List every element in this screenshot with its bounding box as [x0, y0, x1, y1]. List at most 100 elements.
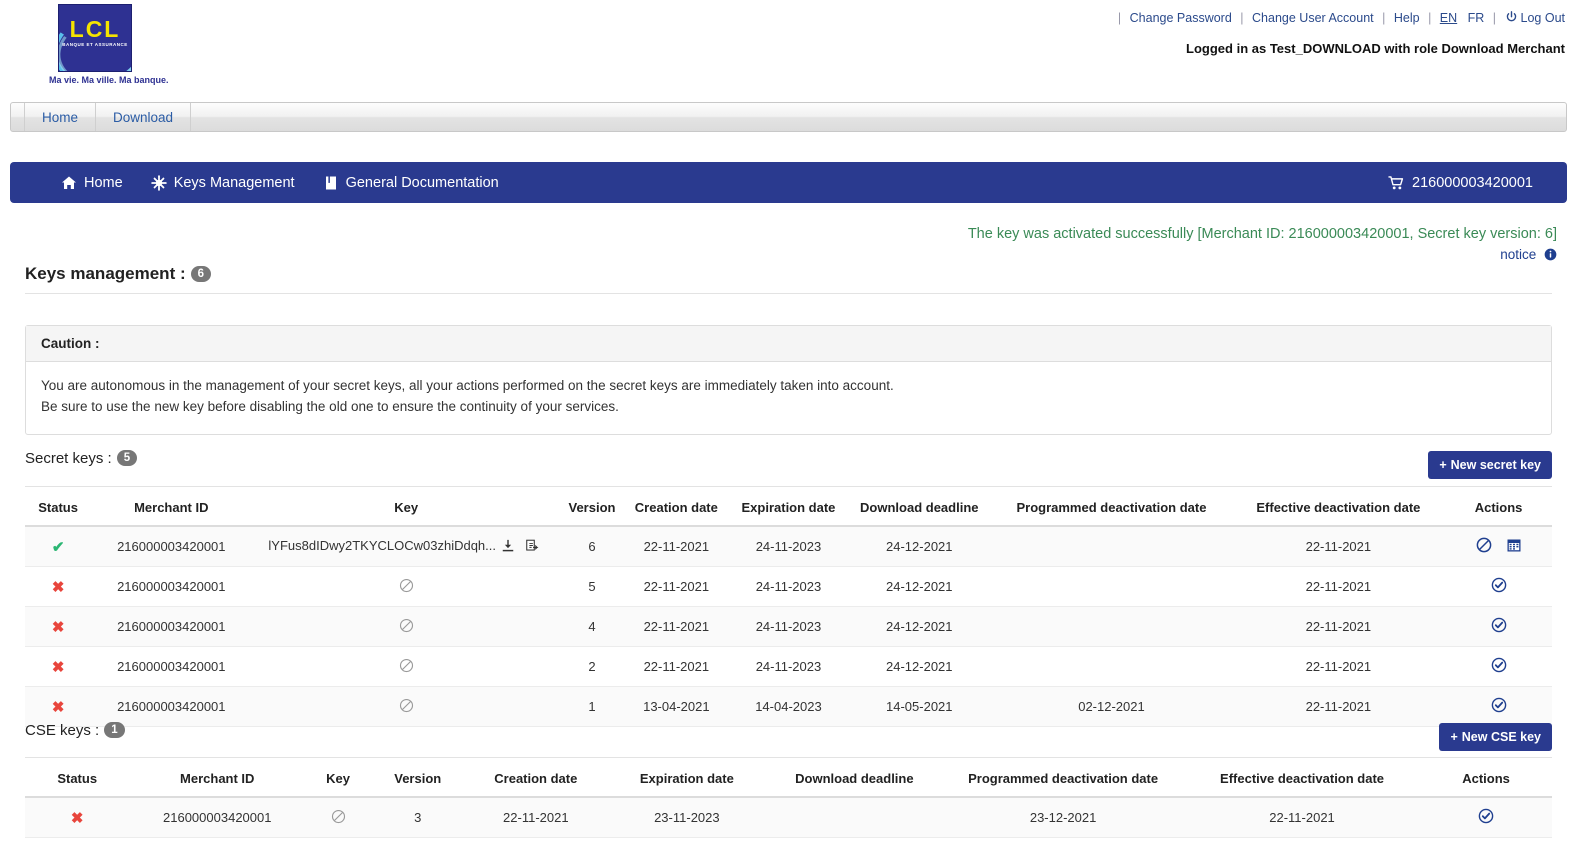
cse-keys-table-body: ✖ 216000003420001 3 22-11-2021 23-11-2023 23-… — [25, 797, 1552, 838]
cell-version: 6 — [561, 526, 623, 567]
lcl-logo[interactable]: LCL BANQUE ET ASSURANCE Ma vie. Ma ville… — [49, 4, 169, 85]
cell-effective-deactivation-date: 22-11-2021 — [1183, 797, 1421, 838]
status-inactive-icon: ✖ — [70, 809, 84, 827]
header-links: | Change Password | Change User Account … — [1113, 11, 1565, 25]
page-title: Keys management :6 — [25, 264, 212, 284]
cell-key — [251, 566, 562, 607]
cell-programmed-deactivation-date: 02-12-2021 — [991, 686, 1232, 727]
calendar-icon[interactable] — [1506, 537, 1522, 556]
cell-actions — [1445, 606, 1552, 647]
cell-download-deadline: 24-12-2021 — [847, 566, 992, 607]
copy-icon[interactable] — [525, 539, 539, 556]
activate-icon[interactable] — [1491, 697, 1507, 716]
cell-key — [305, 797, 372, 838]
notice-link[interactable]: notice — [1500, 247, 1536, 262]
cse-keys-divider — [25, 757, 1552, 758]
activate-icon[interactable] — [1478, 808, 1494, 827]
nav-item-general-documentation-label: General Documentation — [345, 174, 499, 191]
tab-home-label: Home — [42, 109, 79, 125]
tab-download[interactable]: Download — [96, 103, 192, 131]
cell-version: 2 — [561, 646, 623, 687]
cell-key: lYFus8dIDwy2TKYCLOCw03zhiDdqh... — [251, 526, 562, 567]
col-version: Version — [561, 494, 623, 527]
page-title-text: Keys management : — [25, 264, 186, 283]
cell-version: 4 — [561, 606, 623, 647]
nav-item-keys-management[interactable]: Keys Management — [137, 162, 309, 203]
new-secret-key-label: New secret key — [1450, 458, 1541, 472]
cell-creation-date: 22-11-2021 — [622, 566, 730, 607]
cse-keys-badge: 1 — [104, 722, 125, 738]
caution-line-1: You are autonomous in the management of … — [41, 378, 894, 393]
cell-expiration-date: 24-11-2023 — [729, 606, 848, 647]
activate-icon[interactable] — [1491, 657, 1507, 676]
cell-status: ✖ — [25, 566, 92, 607]
logout-link[interactable]: Log Out — [1521, 11, 1565, 25]
secret-keys-heading: Secret keys :5 — [25, 450, 138, 467]
book-icon — [323, 175, 339, 191]
key-disabled-icon — [331, 809, 346, 827]
download-icon[interactable] — [501, 539, 515, 556]
change-password-link[interactable]: Change Password — [1130, 11, 1232, 25]
tab-home[interactable]: Home — [25, 103, 97, 131]
cell-effective-deactivation-date: 22-11-2021 — [1231, 526, 1446, 567]
col-creation-date: Creation date — [622, 494, 730, 527]
language-fr-link[interactable]: FR — [1468, 11, 1485, 25]
cse-keys-table: Status Merchant ID Key Version Creation … — [25, 765, 1552, 838]
cell-download-deadline — [766, 797, 943, 838]
info-icon[interactable] — [1544, 247, 1557, 261]
col-actions: Actions — [1420, 765, 1552, 798]
logo-sub-text: BANQUE ET ASSURANCE — [62, 42, 128, 47]
cell-merchant-id: 216000003420001 — [91, 686, 252, 727]
nav-item-general-documentation[interactable]: General Documentation — [309, 162, 513, 203]
change-user-account-link[interactable]: Change User Account — [1252, 11, 1374, 25]
separator: | — [1382, 11, 1386, 25]
cell-expiration-date: 23-11-2023 — [607, 797, 767, 838]
col-programmed-deactivation-date: Programmed deactivation date — [991, 494, 1232, 527]
new-secret-key-button[interactable]: + New secret key — [1428, 451, 1552, 479]
key-value: lYFus8dIDwy2TKYCLOCw03zhiDdqh... — [268, 537, 496, 553]
cell-creation-date: 22-11-2021 — [464, 797, 608, 838]
table-row: ✖ 216000003420001 4 22-11-2021 24-11-2023 24-… — [25, 606, 1552, 647]
cell-key — [251, 686, 562, 727]
col-key: Key — [251, 494, 562, 527]
notice-area: The key was activated successfully [Merc… — [968, 224, 1557, 265]
cell-version: 3 — [371, 797, 465, 838]
cart-icon — [1388, 175, 1404, 191]
table-header-row: Status Merchant ID Key Version Creation … — [25, 765, 1552, 798]
nav-merchant[interactable]: 216000003420001 — [1388, 175, 1533, 191]
cell-creation-date: 13-04-2021 — [622, 686, 730, 727]
asterisk-icon — [150, 174, 167, 191]
col-programmed-deactivation-date: Programmed deactivation date — [942, 765, 1184, 798]
cell-programmed-deactivation-date — [991, 646, 1232, 687]
page-title-badge: 6 — [190, 266, 212, 282]
activate-icon[interactable] — [1491, 617, 1507, 636]
col-status: Status — [25, 765, 130, 798]
help-link[interactable]: Help — [1394, 11, 1420, 25]
logged-in-status: Logged in as Test_DOWNLOAD with role Dow… — [1186, 41, 1565, 56]
notice-link-row: notice — [968, 245, 1557, 265]
cell-effective-deactivation-date: 22-11-2021 — [1231, 686, 1446, 727]
new-cse-key-button[interactable]: + New CSE key — [1439, 723, 1552, 751]
secret-keys-divider — [25, 486, 1552, 487]
secret-keys-table-body: ✔ 216000003420001 lYFus8dIDwy2TKYCLOCw03zh… — [25, 526, 1552, 727]
table-header-row: Status Merchant ID Key Version Creation … — [25, 494, 1552, 527]
language-en-link[interactable]: EN — [1440, 11, 1457, 25]
cell-version: 5 — [561, 566, 623, 607]
nav-item-home[interactable]: Home — [47, 162, 137, 203]
logo-tagline: Ma vie. Ma ville. Ma banque. — [49, 75, 169, 85]
cell-programmed-deactivation-date — [991, 606, 1232, 647]
cell-download-deadline: 24-12-2021 — [847, 606, 992, 647]
cse-keys-heading: CSE keys :1 — [25, 722, 125, 739]
main-navigation: Home Keys Management General Documentati… — [10, 162, 1567, 203]
tab-download-label: Download — [113, 109, 174, 125]
col-effective-deactivation-date: Effective deactivation date — [1183, 765, 1421, 798]
status-inactive-icon: ✖ — [51, 578, 65, 596]
cell-creation-date: 22-11-2021 — [622, 646, 730, 687]
cell-programmed-deactivation-date — [991, 526, 1232, 567]
activate-icon[interactable] — [1491, 577, 1507, 596]
cell-effective-deactivation-date: 22-11-2021 — [1231, 606, 1446, 647]
nav-merchant-id: 216000003420001 — [1412, 174, 1533, 191]
cell-expiration-date: 14-04-2023 — [729, 686, 848, 727]
cell-status: ✖ — [25, 646, 92, 687]
disable-icon[interactable] — [1476, 537, 1492, 556]
